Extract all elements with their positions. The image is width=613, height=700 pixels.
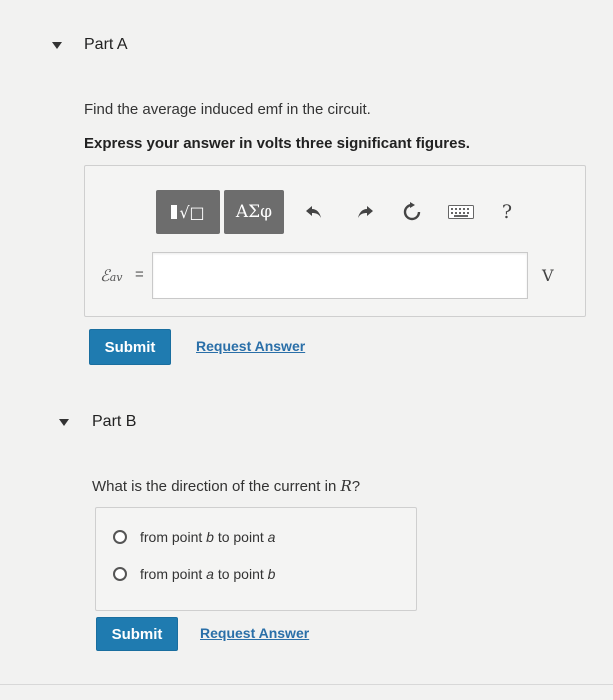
direction-radio-group	[95, 507, 417, 611]
templates-button[interactable]: √□	[156, 190, 220, 234]
greek-symbols-button[interactable]: ΑΣφ	[224, 190, 284, 234]
help-icon[interactable]: ?	[496, 200, 518, 224]
templates-icon: √□	[171, 203, 205, 222]
part-a-instruction: Express your answer in volts three signi…	[84, 135, 470, 152]
bottom-divider	[0, 684, 613, 685]
part-b-toggle-icon[interactable]	[59, 419, 69, 426]
part-a-submit-button[interactable]: Submit	[89, 329, 171, 365]
emf-answer-input[interactable]	[152, 252, 528, 299]
part-b-submit-button[interactable]: Submit	[96, 617, 178, 651]
part-a-title[interactable]: Part A	[84, 36, 128, 54]
part-a-toggle-icon[interactable]	[52, 42, 62, 49]
radio-option-a-to-b[interactable]	[113, 567, 127, 581]
redo-icon[interactable]	[353, 200, 377, 224]
keyboard-icon[interactable]	[447, 203, 475, 221]
part-b-title[interactable]: Part B	[92, 413, 136, 431]
unit-label: V	[542, 266, 554, 285]
undo-icon[interactable]	[302, 200, 326, 224]
reset-icon[interactable]	[400, 200, 424, 224]
part-b-request-answer-link[interactable]: Request Answer	[200, 625, 309, 641]
part-a-prompt: Find the average induced emf in the circ…	[84, 101, 371, 118]
part-a-request-answer-link[interactable]: Request Answer	[196, 338, 305, 354]
emf-variable-label: ℰav	[100, 266, 123, 285]
part-b-question: What is the direction of the current in …	[92, 477, 361, 495]
equals-sign: =	[135, 266, 144, 283]
radio-option-b-to-a[interactable]	[113, 530, 127, 544]
radio-label-a-to-b[interactable]: from point a to point b	[140, 566, 275, 582]
block-icon	[171, 205, 178, 219]
radio-label-b-to-a[interactable]: from point b to point a	[140, 529, 275, 545]
